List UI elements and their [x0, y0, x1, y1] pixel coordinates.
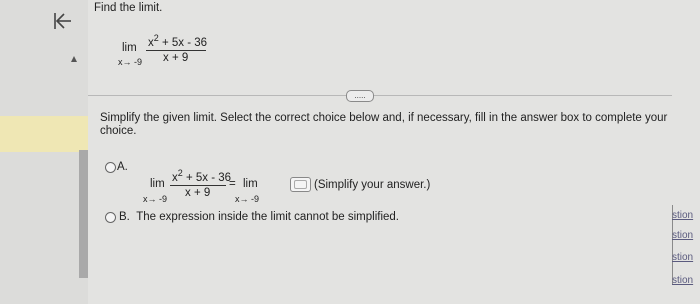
choice-a-numerator: x2 + 5x - 36 — [172, 168, 232, 184]
left-sidebar — [0, 0, 88, 304]
right-question-list: stion stion stion stion — [672, 0, 700, 304]
triangle-marker-icon — [71, 56, 77, 62]
question-link-3[interactable]: stion — [672, 252, 693, 263]
simplify-hint: (Simplify your answer.) — [314, 179, 431, 191]
question-link-4[interactable]: stion — [672, 275, 693, 286]
choice-a-rhs-lim-subscript: x→ -9 — [235, 194, 260, 204]
equals-sign: = — [229, 178, 236, 190]
denominator: x + 9 — [163, 52, 189, 64]
fraction-bar — [146, 50, 206, 51]
scrollbar-thumb[interactable] — [79, 150, 88, 278]
choice-a-lim-subscript: x→ -9 — [143, 194, 168, 204]
choice-b-label: B. The expression inside the limit canno… — [119, 211, 399, 223]
choice-a-letter: A. — [117, 161, 128, 173]
choice-a-radio[interactable] — [105, 162, 116, 173]
answer-input-inner — [294, 180, 307, 189]
section-divider — [88, 95, 672, 96]
back-to-start-icon[interactable] — [52, 10, 74, 32]
instructions-line-2: choice. — [100, 125, 137, 137]
choice-b-radio[interactable] — [105, 212, 116, 223]
question-prompt: Find the limit. — [94, 2, 163, 14]
choice-a-lim-word: lim — [150, 178, 165, 190]
lim-subscript: x→ -9 — [118, 57, 143, 67]
numerator: x2 + 5x - 36 — [148, 33, 208, 49]
lim-word: lim — [122, 42, 137, 54]
more-button[interactable]: ..... — [346, 90, 374, 102]
instructions-line-1: Simplify the given limit. Select the cor… — [100, 112, 668, 124]
selected-question-highlight — [0, 116, 88, 152]
question-link-2[interactable]: stion — [672, 230, 693, 241]
question-panel: Find the limit. lim x→ -9 x2 + 5x - 36 x… — [88, 0, 672, 304]
choice-a-fraction-bar — [170, 185, 226, 186]
choice-a-denominator: x + 9 — [185, 187, 211, 199]
choice-a-rhs-lim-word: lim — [243, 178, 258, 190]
answer-input-box[interactable] — [290, 177, 311, 192]
question-link-1[interactable]: stion — [672, 210, 693, 221]
